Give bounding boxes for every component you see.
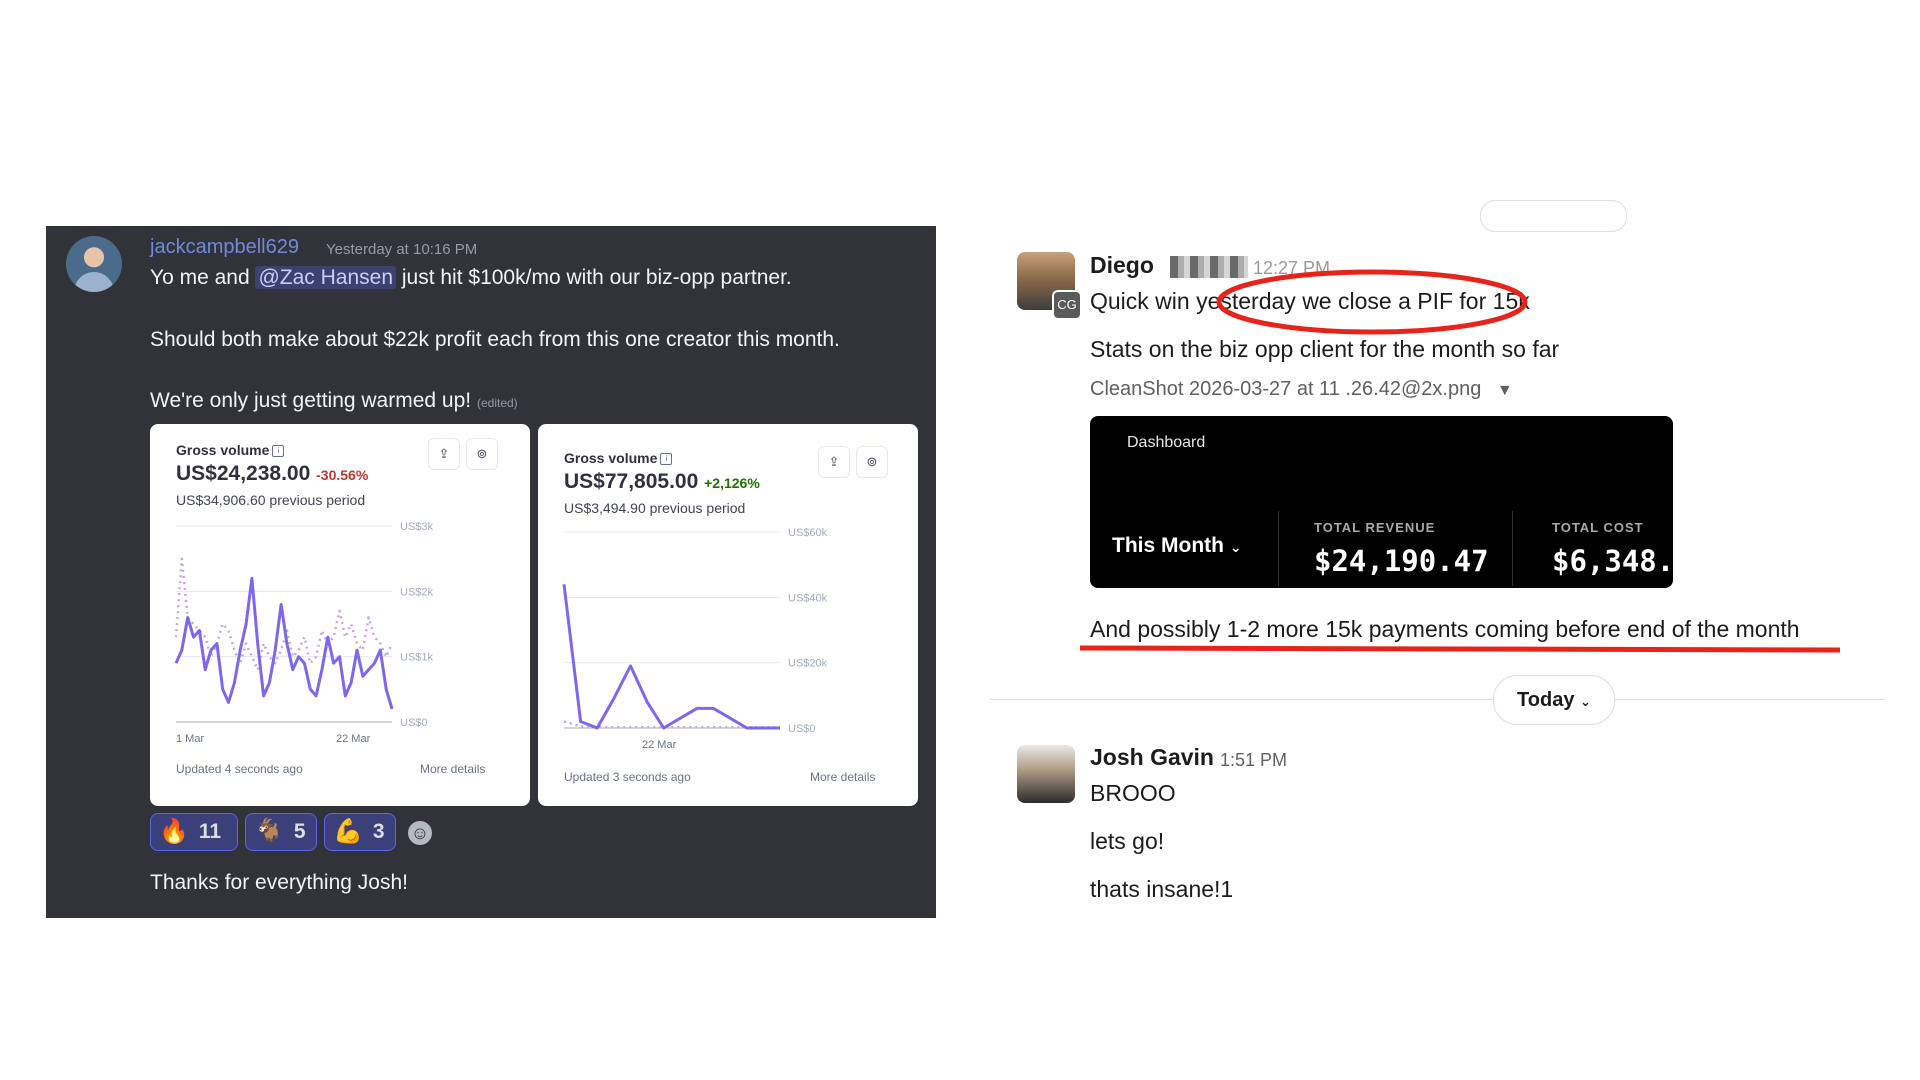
x-tick-label: 22 Mar xyxy=(336,733,371,745)
share-icon[interactable]: ⇪ xyxy=(818,446,850,478)
message-text: Yo me and xyxy=(150,266,256,289)
date-divider xyxy=(990,699,1885,700)
discord-message-panel: jackcampbell629 Yesterday at 10:16 PM Yo… xyxy=(46,226,936,918)
card-value: US$24,238.00 -30.56% xyxy=(176,462,369,485)
reaction-fire[interactable]: 🔥 11 xyxy=(150,813,238,851)
goat-icon: 🐐 xyxy=(254,818,284,845)
y-tick-label: US$40k xyxy=(788,592,828,604)
reaction-count: 5 xyxy=(293,820,306,843)
y-tick-label: US$0 xyxy=(400,717,428,729)
sender-name[interactable]: Josh Gavin xyxy=(1090,744,1214,771)
reaction-goat[interactable]: 🐐 5 xyxy=(245,813,317,851)
message-text: thats insane!1 xyxy=(1090,876,1234,902)
reply-message: Thanks for everything Josh! xyxy=(150,871,408,894)
reaction-count: 11 xyxy=(198,820,222,843)
info-icon[interactable]: i xyxy=(272,445,285,458)
card-title: Gross volume i xyxy=(564,450,673,466)
slack-message-panel: CG Diego 12:27 PM Quick win yesterday we… xyxy=(990,200,1890,920)
message-timestamp: Yesterday at 10:16 PM xyxy=(326,241,478,258)
today-pill[interactable]: Today ⌄ xyxy=(1493,675,1615,725)
x-tick-label: 22 Mar xyxy=(642,739,677,751)
username[interactable]: jackcampbell629 xyxy=(150,236,299,259)
y-tick-label: US$1k xyxy=(400,652,434,664)
y-tick-label: US$20k xyxy=(788,658,828,670)
delta-badge: -30.56% xyxy=(316,467,369,483)
edited-tag: (edited) xyxy=(476,396,518,410)
previous-period: US$3,494.90 previous period xyxy=(564,500,746,516)
reaction-count: 3 xyxy=(372,820,385,843)
share-icon[interactable]: ⇪ xyxy=(428,438,460,470)
y-tick-label: US$2k xyxy=(400,586,434,598)
binoculars-icon[interactable]: ⊚ xyxy=(856,446,888,478)
y-tick-label: US$60k xyxy=(788,527,828,539)
updated-text: Updated 3 seconds ago xyxy=(564,770,691,784)
series-line-solid xyxy=(174,576,394,710)
reaction-flexed-biceps[interactable]: 💪 3 xyxy=(324,813,396,851)
message-text: just hit $100k/mo with our biz-opp partn… xyxy=(396,266,792,289)
y-tick-label: US$0 xyxy=(788,723,816,735)
gross-volume-card-1[interactable]: US$3k US$2k US$1k US$0 1 Mar 22 Mar Gross vol… xyxy=(150,424,530,806)
annotation-overlay xyxy=(1079,269,1841,653)
user-avatar[interactable] xyxy=(66,236,122,292)
more-details-link[interactable]: More details xyxy=(810,770,875,784)
more-details-link[interactable]: More details xyxy=(420,762,485,776)
josh-avatar[interactable] xyxy=(1017,745,1075,803)
binoculars-icon[interactable]: ⊚ xyxy=(466,438,498,470)
annotation-circle xyxy=(1216,269,1528,335)
delta-badge: +2,126% xyxy=(704,475,760,491)
fire-icon: 🔥 xyxy=(159,818,189,845)
user-mention[interactable]: @Zac Hansen xyxy=(255,266,397,289)
message-line-1: Yo me and @Zac Hansen just hit $100k/mo … xyxy=(150,266,792,290)
previous-period: US$34,906.60 previous period xyxy=(176,492,366,508)
annotation-underline xyxy=(1079,645,1841,653)
gross-volume-card-2[interactable]: US$60k US$40k US$20k US$0 22 Mar Gross volum… xyxy=(538,424,918,806)
message-line-3: We're only just getting warmed up! (edit… xyxy=(150,389,518,413)
message-text: lets go! xyxy=(1090,828,1165,854)
y-tick-label: US$3k xyxy=(400,521,434,533)
message-text: BROOO xyxy=(1090,780,1176,806)
message-time[interactable]: 1:51 PM xyxy=(1220,750,1287,771)
chevron-down-icon: ⌄ xyxy=(1580,694,1591,709)
flexed-biceps-icon: 💪 xyxy=(333,818,363,845)
info-icon[interactable]: i xyxy=(660,453,673,466)
updated-text: Updated 4 seconds ago xyxy=(176,762,303,776)
x-tick-label: 1 Mar xyxy=(176,733,204,745)
message-line-2: Should both make about $22k profit each … xyxy=(150,328,840,351)
card-value: US$77,805.00 +2,126% xyxy=(564,470,760,493)
card-title: Gross volume i xyxy=(176,442,285,458)
series-line-solid xyxy=(562,584,780,730)
message-text: We're only just getting warmed up! xyxy=(150,389,472,412)
smiley-icon[interactable]: ☺ xyxy=(408,821,432,845)
